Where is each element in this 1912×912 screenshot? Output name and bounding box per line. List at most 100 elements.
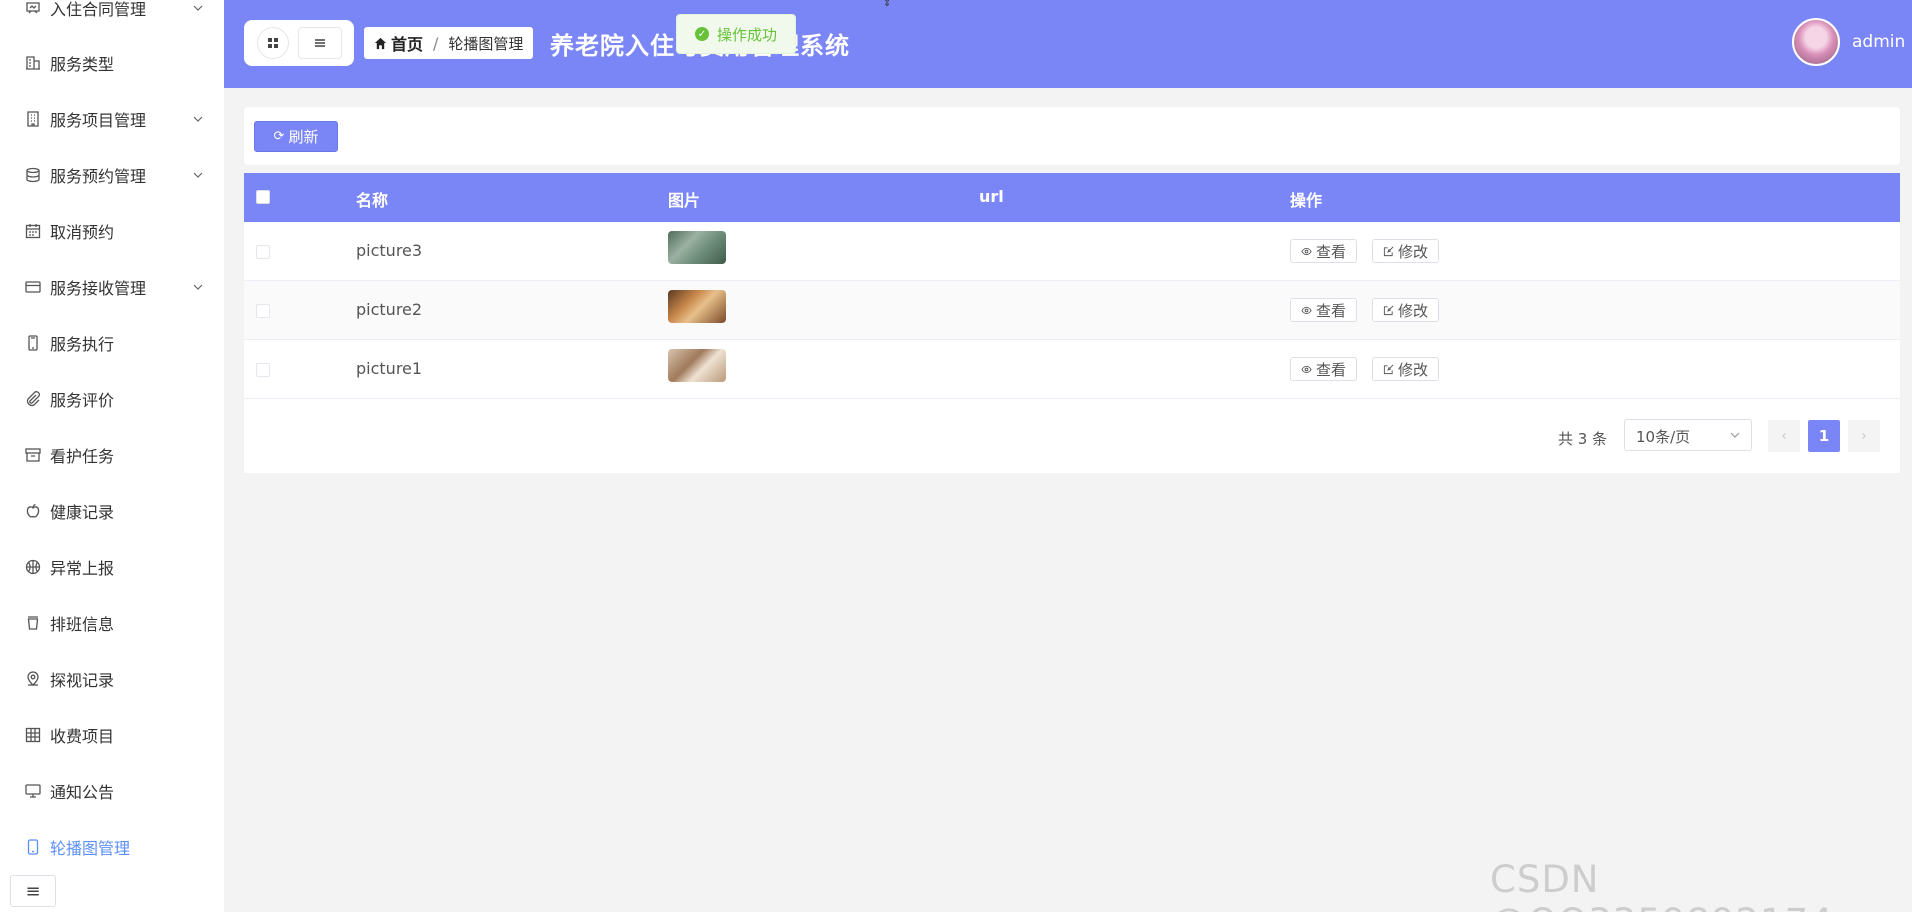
card-icon [24, 278, 42, 296]
sidebar-item-appointments[interactable]: 服务预约管理 [0, 147, 224, 203]
header-button-group [244, 20, 354, 66]
sidebar-item-label: 服务执行 [50, 335, 115, 354]
sidebar-item-label: 取消预约 [50, 223, 115, 242]
row-image-thumbnail[interactable] [668, 231, 726, 264]
row-checkbox[interactable] [256, 245, 270, 259]
apple-icon [24, 502, 42, 520]
refresh-button[interactable]: ⟳ 刷新 [254, 121, 338, 152]
chevron-down-icon [193, 284, 203, 290]
chevron-left-icon: ‹ [1781, 428, 1787, 444]
row-image-thumbnail[interactable] [668, 290, 726, 323]
chevron-down-icon [193, 5, 203, 11]
table-header: 名称 图片 url 操作 [244, 173, 1900, 222]
username[interactable]: admin [1852, 32, 1905, 52]
view-label: 查看 [1316, 360, 1347, 379]
sidebar-collapse-button[interactable]: ≡ [10, 875, 56, 907]
edit-button[interactable]: 修改 [1372, 357, 1440, 381]
apps-button[interactable] [256, 27, 289, 59]
sidebar-item-label: 排班信息 [50, 615, 115, 634]
sidebar-item-label: 看护任务 [50, 447, 115, 466]
edit-label: 修改 [1398, 301, 1429, 320]
view-button[interactable]: 查看 [1290, 357, 1358, 381]
building-icon [24, 54, 42, 72]
office-icon [24, 110, 42, 128]
menu-toggle-button[interactable] [297, 27, 342, 59]
prev-page-button[interactable]: ‹ [1768, 420, 1800, 452]
select-all-checkbox[interactable] [256, 190, 270, 204]
row-name: picture1 [356, 359, 423, 378]
sidebar-item-notices[interactable]: 通知公告 [0, 763, 224, 819]
avatar[interactable] [1792, 18, 1840, 66]
sidebar-item-service-review[interactable]: 服务评价 [0, 371, 224, 427]
sidebar-item-label: 异常上报 [50, 559, 115, 578]
view-label: 查看 [1316, 242, 1347, 261]
eye-icon [1301, 306, 1312, 314]
menu-icon [314, 39, 325, 47]
row-image-thumbnail[interactable] [668, 349, 726, 382]
view-button[interactable]: 查看 [1290, 298, 1358, 322]
table-row: picture1 查看 修改 [244, 340, 1900, 399]
watermark: CSDN @QQ3359892174 [1490, 858, 1833, 912]
sidebar-item-label: 通知公告 [50, 783, 115, 802]
success-toast: ✓ 操作成功 [676, 14, 796, 54]
apps-icon [267, 38, 278, 48]
total-count: 共 3 条 [1558, 430, 1608, 448]
calendar-icon [24, 222, 42, 240]
sidebar-item-contracts[interactable]: 入住合同管理 [0, 0, 224, 36]
chevron-down-icon [1730, 432, 1740, 438]
sidebar-item-exception-report[interactable]: 异常上报 [0, 539, 224, 595]
row-checkbox[interactable] [256, 363, 270, 377]
grid-icon [24, 726, 42, 744]
sidebar-item-service-receive[interactable]: 服务接收管理 [0, 259, 224, 315]
basketball-icon [24, 558, 42, 576]
sidebar-item-fee-items[interactable]: 收费项目 [0, 707, 224, 763]
sidebar-item-carousel[interactable]: 轮播图管理 [0, 819, 224, 875]
edit-icon [1383, 364, 1394, 374]
page-number-button[interactable]: 1 [1808, 420, 1840, 452]
toast-message: 操作成功 [716, 25, 777, 44]
contract-icon [24, 0, 42, 17]
sidebar-item-health-records[interactable]: 健康记录 [0, 483, 224, 539]
database-icon [24, 166, 42, 184]
location-icon [24, 670, 42, 688]
sidebar-item-label: 探视记录 [50, 671, 115, 690]
sidebar-item-cancel-appointment[interactable]: 取消预约 [0, 203, 224, 259]
toolbar: ⟳ 刷新 [244, 107, 1900, 165]
menu-icon: ≡ [25, 880, 41, 902]
box-icon [24, 446, 42, 464]
sidebar-item-label: 收费项目 [50, 727, 115, 746]
sidebar-item-service-execute[interactable]: 服务执行 [0, 315, 224, 371]
pagination: 共 3 条 10条/页 ‹ 1 › [244, 416, 1900, 460]
mouse-cursor-icon: ⇕ [883, 0, 892, 9]
sidebar-item-care-tasks[interactable]: 看护任务 [0, 427, 224, 483]
column-header-url: url [979, 187, 1004, 206]
sidebar-item-label: 服务评价 [50, 391, 115, 410]
refresh-icon: ⟳ [273, 129, 285, 144]
edit-button[interactable]: 修改 [1372, 239, 1440, 263]
sidebar-item-visit-records[interactable]: 探视记录 [0, 651, 224, 707]
breadcrumb-current: 轮播图管理 [448, 34, 524, 53]
sidebar-item-service-types[interactable]: 服务类型 [0, 35, 224, 91]
cup-icon [24, 614, 42, 632]
sidebar-item-service-projects[interactable]: 服务项目管理 [0, 91, 224, 147]
edit-label: 修改 [1398, 360, 1429, 379]
sidebar-item-label: 服务项目管理 [50, 111, 147, 130]
sidebar-item-label: 服务预约管理 [50, 167, 147, 186]
next-page-button[interactable]: › [1848, 420, 1880, 452]
column-header-actions: 操作 [1290, 191, 1323, 210]
row-checkbox[interactable] [256, 304, 270, 318]
row-name: picture3 [356, 241, 423, 260]
sidebar-item-schedule[interactable]: 排班信息 [0, 595, 224, 651]
column-header-image: 图片 [668, 191, 701, 210]
edit-button[interactable]: 修改 [1372, 298, 1440, 322]
view-button[interactable]: 查看 [1290, 239, 1358, 263]
mobile-icon [24, 838, 42, 856]
breadcrumb-separator: / [433, 33, 439, 53]
breadcrumb-home-label: 首页 [391, 35, 424, 54]
page-size-select[interactable]: 10条/页 [1624, 419, 1752, 451]
sidebar-item-label: 健康记录 [50, 503, 115, 522]
refresh-label: 刷新 [288, 128, 319, 146]
breadcrumb-home[interactable]: 首页 [374, 31, 423, 55]
table-row: picture2 查看 修改 [244, 281, 1900, 340]
page-size-value: 10条/页 [1636, 428, 1691, 446]
